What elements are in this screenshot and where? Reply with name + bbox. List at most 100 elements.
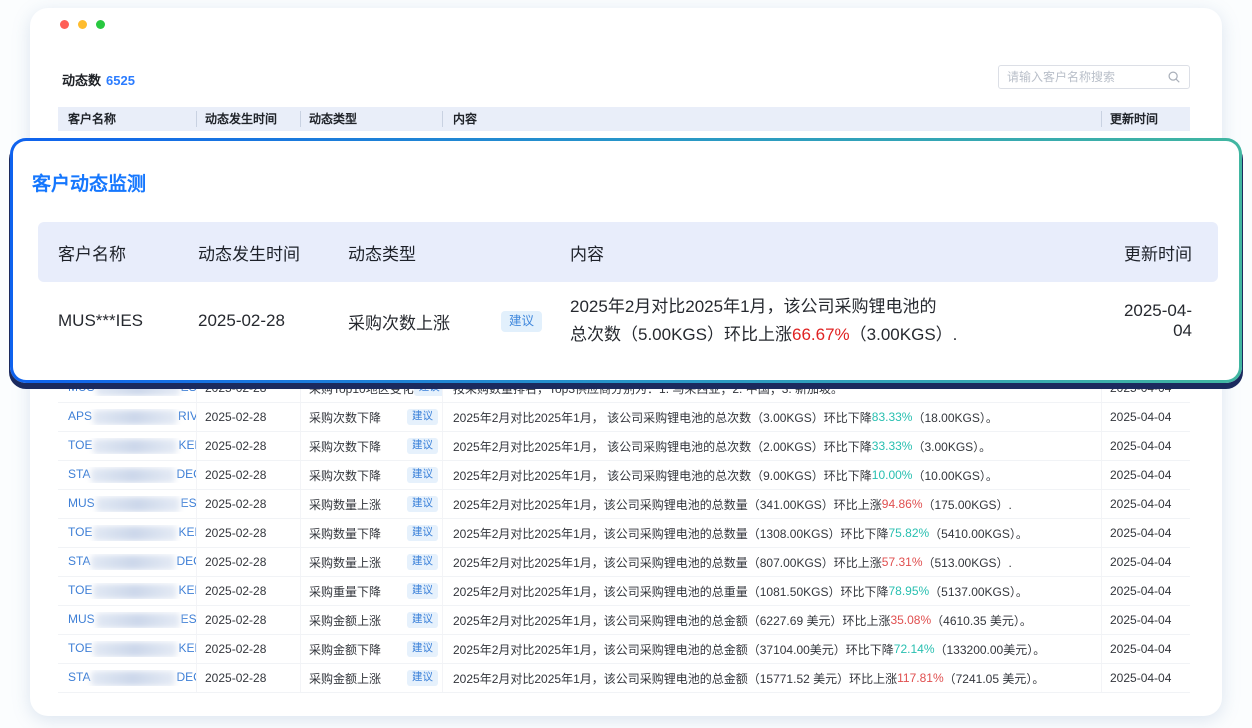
detail-header-customer-name: 客户名称 [38,240,198,265]
close-window-button[interactable] [60,20,69,29]
dynamics-count-value: 6525 [106,73,135,88]
event-date: 2025-02-28 [197,403,301,431]
event-type: 采购数量上涨 [309,554,381,571]
name-suffix: RIVAT... [178,409,196,423]
name-prefix: MUS [68,612,95,626]
content-text: 2025年2月对比2025年1月， 该公司采购锂电池的总次数（2.00KGS）环… [453,438,872,455]
detail-content-prefix: 总次数（5.00KGS）环比上涨 [570,325,792,344]
update-date: 2025-04-04 [1102,490,1190,518]
event-date: 2025-02-28 [197,606,301,634]
redacted-blur [91,555,175,570]
table-row[interactable]: APSRIVAT... 2025-02-28 采购次数下降建议 2025年2月对… [58,403,1190,432]
maximize-window-button[interactable] [96,20,105,29]
suggestion-badge: 建议 [407,525,438,541]
name-suffix: ES P... [181,496,196,510]
customer-dynamics-detail-card: 客户动态监测 客户名称 动态发生时间 动态类型 内容 更新时间 MUS***IE… [10,138,1242,383]
table-row[interactable]: TOEKEH... 2025-02-28 采购数量下降建议 2025年2月对比2… [58,519,1190,548]
suggestion-badge: 建议 [407,554,438,570]
customer-name-cell: TOEKEH... [58,635,197,663]
redacted-blur [91,468,175,483]
detail-customer-name: MUS***IES [38,311,198,331]
content-cell: 2025年2月对比2025年1月，该公司采购锂电池的总重量（1081.50KGS… [443,577,1102,605]
event-type: 采购次数下降 [309,467,381,484]
page-title: 动态数 6525 [62,70,135,89]
content-cell: 2025年2月对比2025年1月， 该公司采购锂电池的总次数（3.00KGS）环… [443,403,1102,431]
name-prefix: STA [68,554,90,568]
customer-name-cell: TOEKEH... [58,432,197,460]
content-text: 2025年2月对比2025年1月， 该公司采购锂电池的总次数（9.00KGS）环… [453,467,872,484]
detail-header-row: 客户名称 动态发生时间 动态类型 内容 更新时间 [38,222,1218,282]
detail-data-row[interactable]: MUS***IES 2025-02-28 采购次数上涨 建议 2025年2月对比… [38,282,1218,360]
suggestion-badge: 建议 [407,467,438,483]
header-customer-name: 客户名称 [58,111,197,127]
redacted-blur [96,497,180,512]
suggestion-badge: 建议 [407,409,438,425]
event-type-cell: 采购金额上涨建议 [301,606,443,634]
customer-name-link[interactable]: TOEKEH... [68,583,196,598]
name-prefix: TOE [68,641,92,655]
customer-name-cell: STADECK... [58,548,197,576]
table-row[interactable]: TOEKEH... 2025-02-28 采购重量下降建议 2025年2月对比2… [58,577,1190,606]
customer-name-link[interactable]: TOEKEH... [68,438,196,453]
percent-value: 117.81% [897,671,943,685]
dynamics-count-label: 动态数 [62,73,101,88]
content-text: 2025年2月对比2025年1月，该公司采购锂电池的总金额（15771.52 美… [453,670,897,687]
table-row[interactable]: TOEKEH... 2025-02-28 采购金额下降建议 2025年2月对比2… [58,635,1190,664]
event-type-cell: 采购次数下降建议 [301,432,443,460]
content-suffix: （5410.00KGS）。 [929,525,1028,542]
customer-name-link[interactable]: APS RIVAT... [68,409,196,424]
detail-content-line1: 2025年2月对比2025年1月，该公司采购锂电池的 [570,293,1108,321]
suggestion-badge: 建议 [407,670,438,686]
search-input[interactable] [1007,70,1167,84]
event-type-cell: 采购数量上涨建议 [301,490,443,518]
table-row[interactable]: MUSES P... 2025-02-28 采购数量上涨建议 2025年2月对比… [58,490,1190,519]
percent-value: 75.82% [888,526,929,540]
name-prefix: TOE [68,583,92,597]
customer-name-link[interactable]: MUSES P... [68,496,196,511]
content-cell: 2025年2月对比2025年1月，该公司采购锂电池的总数量（807.00KGS）… [443,548,1102,576]
name-prefix: APS [68,409,92,423]
header-content: 内容 [443,111,1102,127]
event-type-cell: 采购重量下降建议 [301,577,443,605]
event-date: 2025-02-28 [197,664,301,692]
detail-update-date: 2025-04-04 [1108,301,1218,341]
customer-name-link[interactable]: TOEKEH... [68,641,196,656]
name-suffix: KEH... [178,525,196,539]
event-date: 2025-02-28 [197,548,301,576]
content-suffix: （4610.35 美元）。 [931,612,1032,629]
percent-value: 33.33% [872,439,913,453]
table-row[interactable]: TOEKEH... 2025-02-28 采购次数下降建议 2025年2月对比2… [58,432,1190,461]
content-cell: 2025年2月对比2025年1月，该公司采购锂电池的总数量（341.00KGS）… [443,490,1102,518]
search-box [998,65,1190,89]
content-cell: 2025年2月对比2025年1月，该公司采购锂电池的总金额（37104.00美元… [443,635,1102,663]
detail-card-body: 客户动态监测 客户名称 动态发生时间 动态类型 内容 更新时间 MUS***IE… [13,141,1239,380]
search-icon[interactable] [1167,70,1181,84]
table-header-row: 客户名称 动态发生时间 动态类型 内容 更新时间 [58,107,1190,131]
minimize-window-button[interactable] [78,20,87,29]
name-suffix: DECK... [176,670,196,684]
table-row[interactable]: STADECK... 2025-02-28 采购次数下降建议 2025年2月对比… [58,461,1190,490]
table-row[interactable]: MUSES P... 2025-02-28 采购金额上涨建议 2025年2月对比… [58,606,1190,635]
table-row[interactable]: STADECK... 2025-02-28 采购数量上涨 建议 2025年2月对比… [58,548,1190,577]
percent-value: 35.08% [890,613,931,627]
customer-name-cell: APS RIVAT... [58,403,197,431]
content-text: 2025年2月对比2025年1月，该公司采购锂电池的总数量（807.00KGS）… [453,554,882,571]
update-date: 2025-04-04 [1102,519,1190,547]
customer-name-link[interactable]: STADECK... [68,467,196,482]
event-date: 2025-02-28 [197,519,301,547]
customer-name-link[interactable]: MUSES P... [68,612,196,627]
customer-name-link[interactable]: STADECK... [68,670,196,685]
content-suffix: （3.00KGS）。 [912,438,991,455]
customer-name-cell: STADECK... [58,664,197,692]
customer-name-link[interactable]: TOEKEH... [68,525,196,540]
customer-name-link[interactable]: STADECK... [68,554,196,569]
table-row[interactable]: STADECK... 2025-02-28 采购金额上涨建议 2025年2月对比… [58,664,1190,693]
event-type-cell: 采购金额上涨建议 [301,664,443,692]
content-cell: 2025年2月对比2025年1月，该公司采购锂电池的总金额（15771.52 美… [443,664,1102,692]
detail-header-event-date: 动态发生时间 [198,240,348,265]
customer-name-cell: TOEKEH... [58,577,197,605]
percent-value: 57.31% [882,555,923,569]
event-type: 采购数量下降 [309,525,381,542]
redacted-blur [91,671,175,686]
content-suffix: （7241.05 美元）。 [944,670,1045,687]
